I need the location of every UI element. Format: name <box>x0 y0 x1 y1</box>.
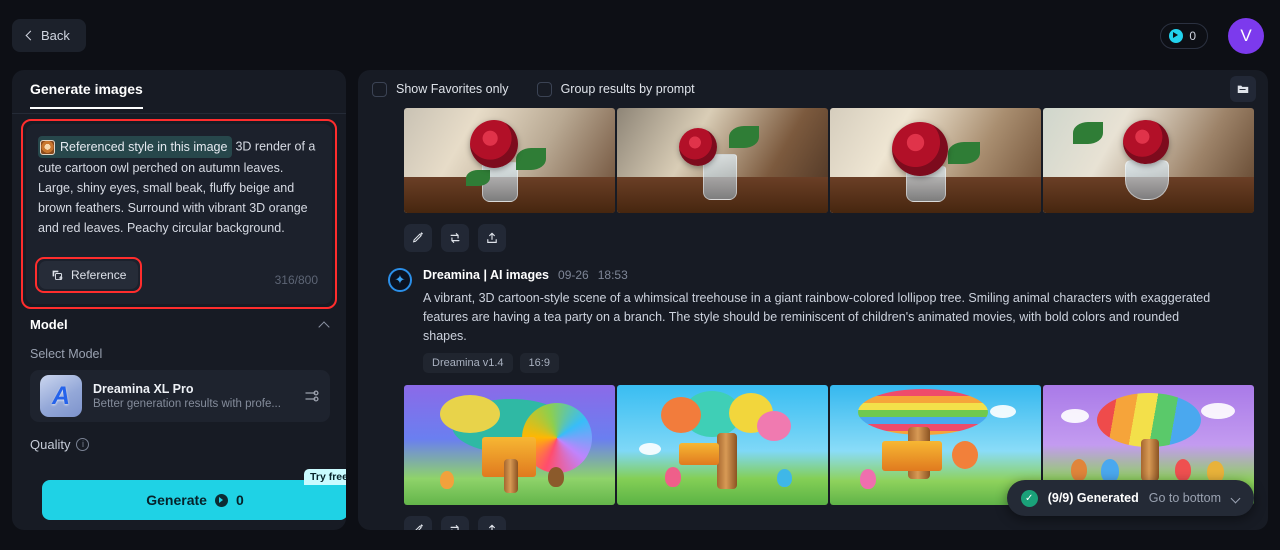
go-to-bottom-label[interactable]: Go to bottom <box>1149 491 1221 505</box>
credits-value: 0 <box>1189 29 1196 43</box>
pencil-icon <box>412 232 423 243</box>
generate-cost: 0 <box>235 492 244 508</box>
back-button[interactable]: Back <box>12 19 86 52</box>
edit-button[interactable] <box>404 224 432 252</box>
model-name: Dreamina XL Pro <box>93 382 194 396</box>
chevron-left-icon <box>24 31 34 41</box>
upload-icon <box>489 524 495 530</box>
reference-style-chip[interactable]: Referenced style in this image <box>38 136 233 158</box>
model-section-title: Model <box>30 317 68 332</box>
coin-icon <box>214 493 228 507</box>
brand-name: Dreamina | AI images <box>423 268 550 282</box>
share-button[interactable] <box>478 516 506 530</box>
regenerate-button[interactable] <box>441 224 469 252</box>
filter-label: Group results by prompt <box>560 82 695 96</box>
pencil-icon <box>415 524 423 530</box>
filter-show-favorites[interactable]: Show Favorites only <box>372 81 509 97</box>
select-model-label: Select Model <box>30 347 103 361</box>
checkbox-icon[interactable] <box>372 81 387 97</box>
generate-button-label: Generate <box>146 492 207 508</box>
results-panel: Show Favorites only Group results by pro… <box>358 70 1268 530</box>
reference-button[interactable]: Reference <box>39 261 139 289</box>
model-meta: Dreamina XL Pro Better generation result… <box>93 382 293 410</box>
result-thumbnail[interactable] <box>1043 108 1254 213</box>
chevron-up-icon[interactable] <box>319 319 330 330</box>
regenerate-button[interactable] <box>441 516 469 530</box>
result-date: 09-26 <box>558 268 589 282</box>
reference-button-highlight-frame: Reference <box>35 257 143 293</box>
model-description: Better generation results with profe... <box>93 398 281 410</box>
result-title-row: Dreamina | AI images 09-26 18:53 <box>423 268 1222 282</box>
avatar-initial: V <box>1240 26 1252 45</box>
tag-model: Dreamina v1.4 <box>423 353 513 373</box>
filter-group-by-prompt[interactable]: Group results by prompt <box>536 81 695 97</box>
result-thumbnail[interactable] <box>617 108 828 213</box>
result-thumbnail[interactable] <box>830 108 1041 213</box>
share-button[interactable] <box>478 224 506 252</box>
reference-chip-label: Referenced style in this image <box>60 140 228 154</box>
coin-icon <box>1169 29 1184 43</box>
model-section-header[interactable]: Model <box>30 317 330 332</box>
filter-label: Show Favorites only <box>396 82 509 96</box>
status-text: (9/9) Generated <box>1047 491 1139 505</box>
quality-label: Quality <box>30 437 71 452</box>
generate-button[interactable]: Generate 0 <box>42 480 346 520</box>
reference-button-label: Reference <box>71 268 127 282</box>
back-button-label: Back <box>41 28 70 43</box>
generate-panel: Generate images Referenced style in this… <box>12 70 346 530</box>
avatar[interactable]: V <box>1228 18 1264 54</box>
top-bar: Back 0 V <box>0 0 1280 70</box>
info-glyph: i <box>81 439 84 449</box>
folder-button[interactable] <box>1230 76 1256 102</box>
result-image-row <box>358 108 1268 213</box>
check-glyph: ✓ <box>1025 492 1034 504</box>
result-thumbnail[interactable] <box>404 385 615 505</box>
prompt-input[interactable]: Referenced style in this image 3D render… <box>26 124 332 304</box>
character-counter: 316/800 <box>274 273 318 287</box>
model-card[interactable]: A Dreamina XL Pro Better generation resu… <box>30 370 330 422</box>
credits-pill[interactable]: 0 <box>1160 23 1208 49</box>
dreamina-spark-icon: ✦ <box>388 268 412 292</box>
model-avatar-icon: A <box>40 375 82 417</box>
quality-row: Quality i <box>30 437 90 452</box>
prompt-text-content: Referenced style in this image 3D render… <box>38 136 320 238</box>
swap-arrows-icon <box>450 233 460 243</box>
add-image-icon <box>52 270 63 280</box>
result-thumbnail[interactable] <box>404 108 615 213</box>
folder-icon <box>1237 85 1249 94</box>
prompt-highlight-frame: Referenced style in this image 3D render… <box>21 119 337 309</box>
sliders-icon[interactable] <box>304 388 320 404</box>
tab-label: Generate images <box>30 81 143 97</box>
chevron-down-icon[interactable] <box>1231 494 1240 503</box>
model-icon-glyph: A <box>51 381 71 410</box>
panel-tabs: Generate images <box>12 70 346 114</box>
tab-generate-images[interactable]: Generate images <box>30 81 143 109</box>
info-icon[interactable]: i <box>76 438 90 451</box>
owl-thumbnail-icon <box>40 139 55 155</box>
app-root: Back 0 V Generate images Referenced styl… <box>0 0 1280 550</box>
filter-bar: Show Favorites only Group results by pro… <box>358 70 1268 108</box>
results-feed[interactable]: ✦ Dreamina | AI images 09-26 18:53 A vib… <box>358 108 1268 530</box>
edit-button[interactable] <box>404 516 432 530</box>
tag-aspect-ratio: 16:9 <box>519 353 559 373</box>
try-free-badge: Try free <box>304 469 346 485</box>
check-circle-icon: ✓ <box>1020 489 1038 507</box>
result-actions <box>358 213 1268 252</box>
result-thumbnail[interactable] <box>617 385 828 505</box>
checkbox-icon[interactable] <box>536 81 552 97</box>
result-header: ✦ Dreamina | AI images 09-26 18:53 A vib… <box>358 252 1268 373</box>
result-time: 18:53 <box>597 268 628 282</box>
result-prompt: A vibrant, 3D cartoon-style scene of a w… <box>423 291 1211 343</box>
swap-arrows-icon <box>450 525 459 530</box>
generate-button-wrap: Generate 0 Try free <box>42 469 346 520</box>
result-details: Dreamina | AI images 09-26 18:53 A vibra… <box>423 268 1222 373</box>
result-tags: Dreamina v1.4 16:9 <box>423 353 1222 373</box>
upload-icon <box>487 232 497 243</box>
generation-status-pill[interactable]: ✓ (9/9) Generated Go to bottom <box>1006 480 1254 516</box>
